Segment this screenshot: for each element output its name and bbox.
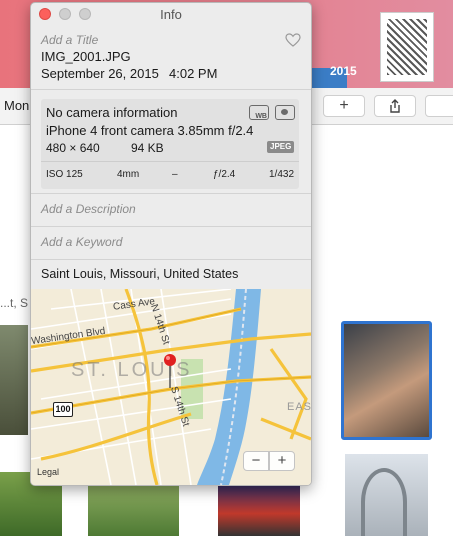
share-button[interactable] <box>374 95 416 117</box>
toolbar-title-fragment: Mon <box>4 98 30 113</box>
share-icon <box>390 99 400 113</box>
selected-photo-thumbnail[interactable] <box>341 321 432 440</box>
route-shield: 100 <box>53 402 73 417</box>
breadcrumb: ...t, S <box>0 296 29 310</box>
location-label: Saint Louis, Missouri, United States <box>41 267 239 281</box>
camera-model: iPhone 4 front camera 3.85mm f/2.4 <box>46 123 254 138</box>
photo-thumbnail[interactable] <box>0 325 28 435</box>
photo-time: 4:02 PM <box>169 66 218 81</box>
description-field[interactable]: Add a Description <box>41 202 136 216</box>
white-balance-icon: WB <box>249 105 269 120</box>
title-bar[interactable]: Info <box>31 3 311 25</box>
album-thumbnail[interactable] <box>380 12 434 82</box>
divider <box>31 226 311 227</box>
exif-focal-length: 4mm <box>117 169 140 180</box>
title-field[interactable]: Add a Title <box>41 33 98 47</box>
photo-date: September 26, 2015 <box>41 66 159 81</box>
exif-iso: ISO 125 <box>46 169 83 180</box>
window-title: Info <box>160 7 182 22</box>
no-camera-label: No camera information <box>46 105 178 120</box>
legal-link[interactable]: Legal <box>37 467 59 477</box>
location-map[interactable]: ST. LOUIS Cass Ave N 14th St Washington … <box>31 289 311 485</box>
metering-icon <box>275 105 295 120</box>
divider <box>31 89 311 90</box>
file-name: IMG_2001.JPG <box>41 49 131 64</box>
map-area-label: EAS <box>287 401 311 413</box>
divider <box>31 193 311 194</box>
file-size: 94 KB <box>131 141 164 155</box>
exif-exposure-bias: – <box>172 169 178 180</box>
add-button[interactable]: + <box>323 95 365 117</box>
search-field-fragment[interactable] <box>425 95 453 117</box>
divider <box>31 259 311 260</box>
info-panel: Info Add a Title IMG_2001.JPG September … <box>30 2 312 486</box>
plus-icon: + <box>339 97 349 114</box>
banner-year: 2015 <box>330 64 357 78</box>
photo-thumbnail[interactable] <box>218 480 300 536</box>
keyword-field[interactable]: Add a Keyword <box>41 235 122 249</box>
image-dimensions: 480 × 640 <box>46 141 100 155</box>
photo-thumbnail[interactable] <box>345 454 428 536</box>
favorite-heart-icon[interactable] <box>285 33 301 47</box>
zoom-in-button[interactable]: + <box>269 451 295 471</box>
camera-info-box: No camera information WB iPhone 4 front … <box>41 99 299 189</box>
location-pin-icon <box>164 354 176 388</box>
zoom-out-button[interactable]: − <box>243 451 269 471</box>
exif-shutter-speed: 1/432 <box>269 169 295 180</box>
format-badge: JPEG <box>267 141 295 153</box>
exif-aperture: ƒ/2.4 <box>213 169 236 180</box>
